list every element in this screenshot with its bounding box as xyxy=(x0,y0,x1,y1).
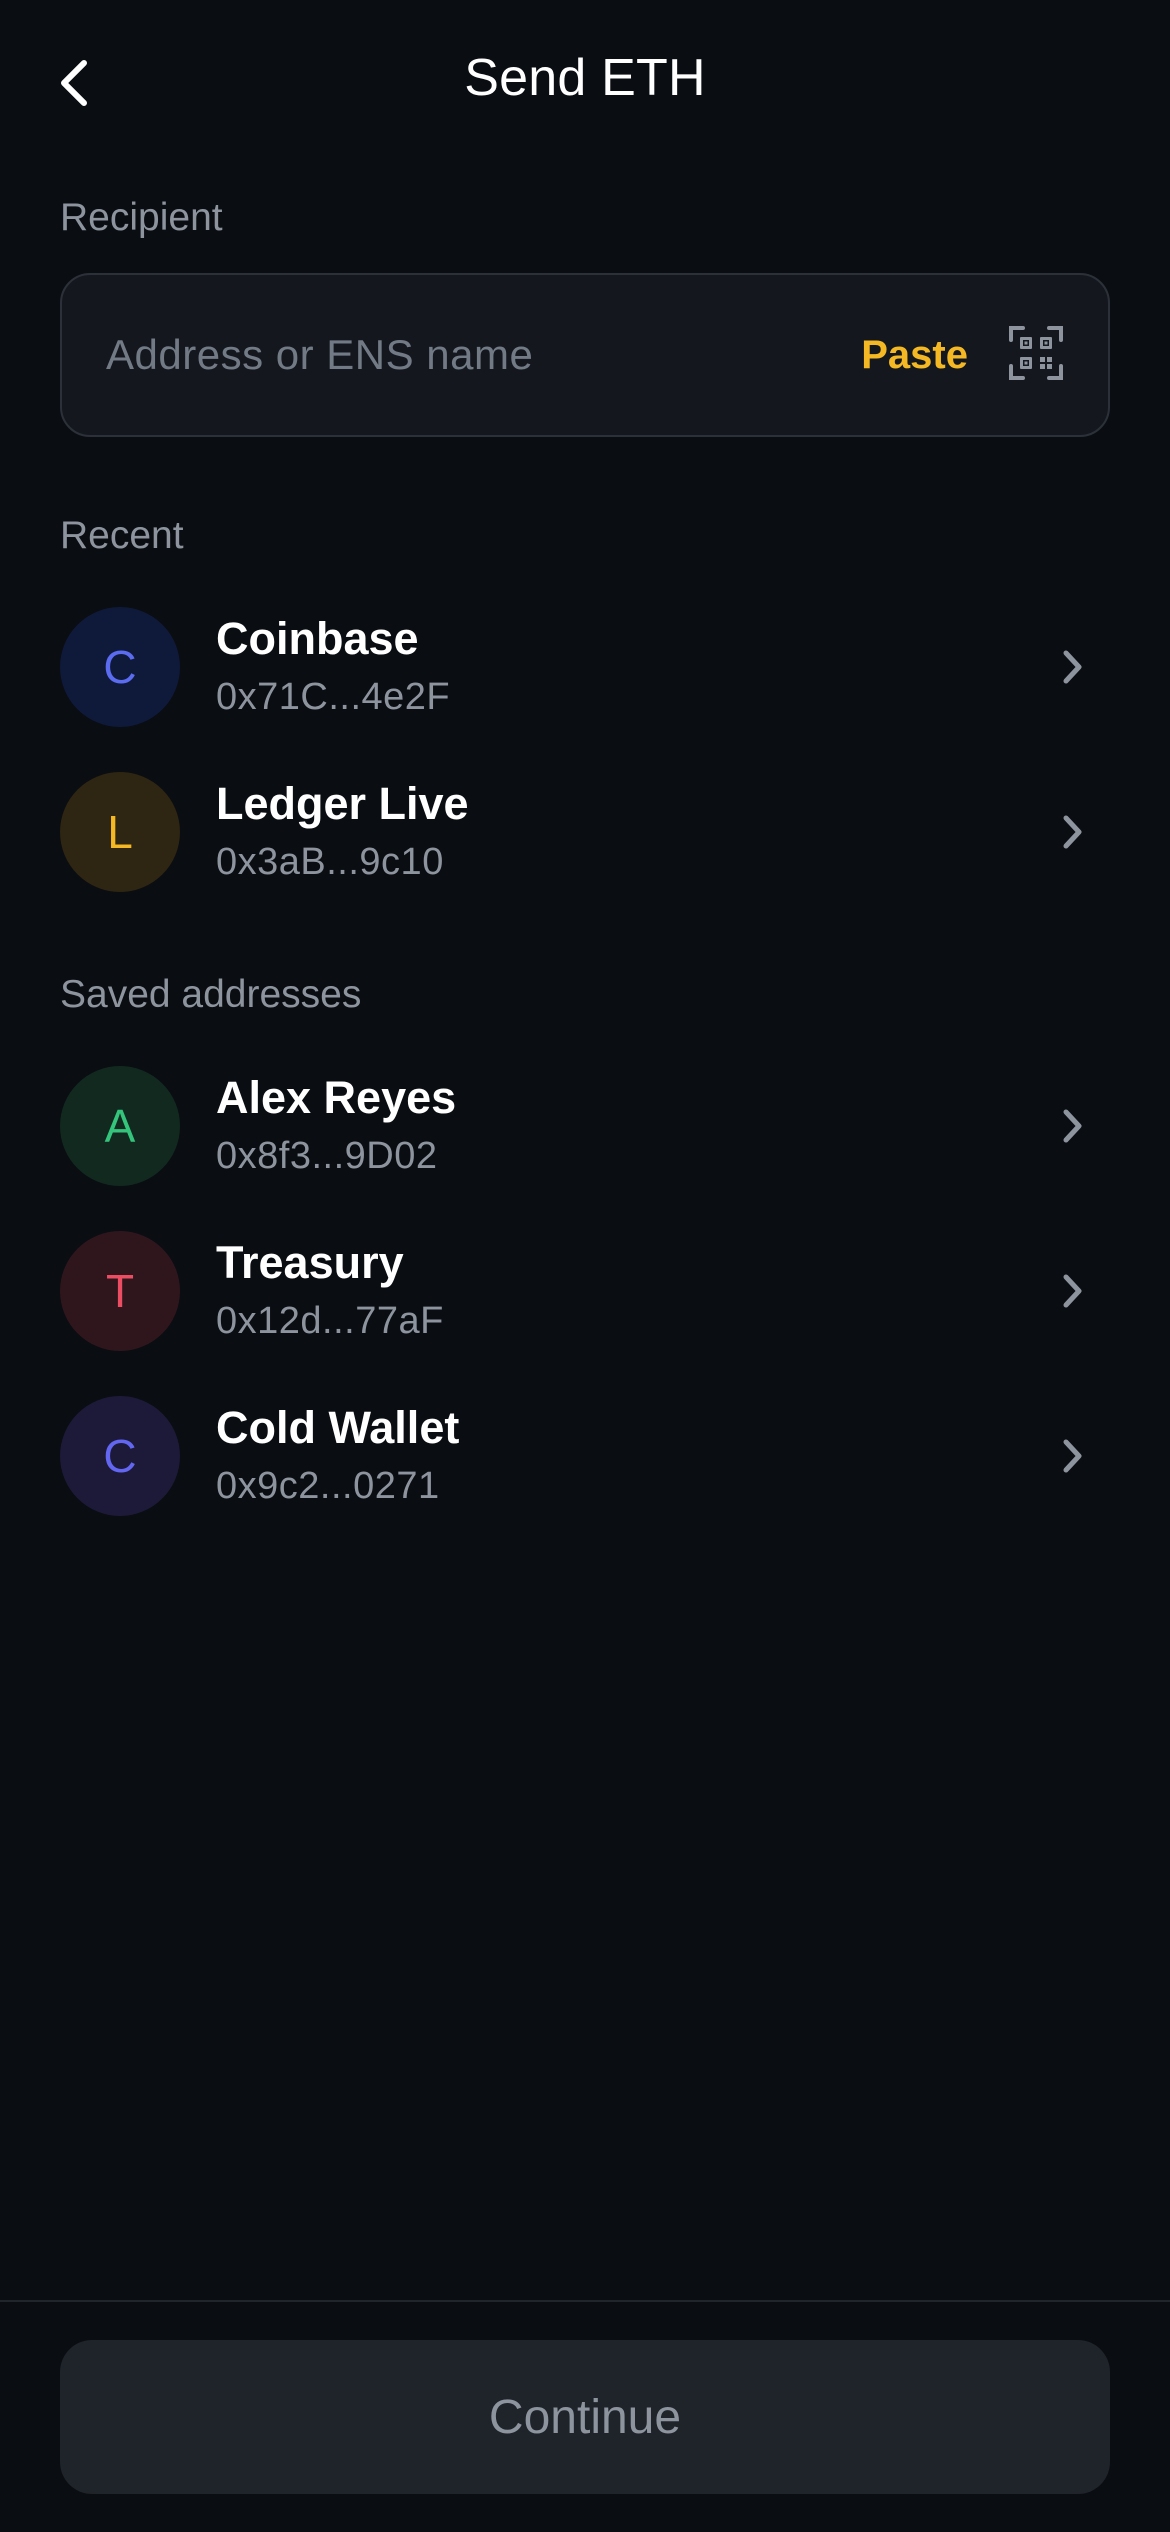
contact-name: Alex Reyes xyxy=(216,1072,457,1123)
avatar: C xyxy=(60,607,180,727)
contact-name: Cold Wallet xyxy=(216,1402,460,1453)
chevron-right-icon xyxy=(1052,1261,1092,1321)
contact-address: 0x9c2...0271 xyxy=(216,1465,440,1507)
recipient-label: Recipient xyxy=(60,196,223,239)
contact-address: 0x3aB...9c10 xyxy=(216,841,444,883)
footer-divider xyxy=(0,2300,1170,2302)
saved-addresses-label: Saved addresses xyxy=(60,973,362,1016)
recent-item-coinbase[interactable]: C Coinbase 0x71C...4e2F xyxy=(60,592,1110,742)
contact-address: 0x71C...4e2F xyxy=(216,676,451,718)
saved-item-treasury[interactable]: T Treasury 0x12d...77aF xyxy=(60,1216,1110,1366)
send-eth-screen: Send ETH Recipient Paste xyxy=(0,0,1170,2532)
qr-code-icon xyxy=(1009,325,1063,385)
avatar: L xyxy=(60,772,180,892)
recipient-field: Paste xyxy=(60,273,1110,437)
list-item-text: Ledger Live 0x3aB...9c10 xyxy=(216,774,1052,890)
page-title: Send ETH xyxy=(464,49,706,107)
recipient-input[interactable] xyxy=(106,331,862,379)
continue-button[interactable]: Continue xyxy=(60,2340,1110,2494)
chevron-right-icon xyxy=(1052,637,1092,697)
chevron-right-icon xyxy=(1052,1426,1092,1486)
recent-section-label: Recent xyxy=(60,514,184,557)
contact-name: Treasury xyxy=(216,1237,404,1288)
contact-address: 0x8f3...9D02 xyxy=(216,1135,438,1177)
saved-item-cold-wallet[interactable]: C Cold Wallet 0x9c2...0271 xyxy=(60,1381,1110,1531)
avatar: T xyxy=(60,1231,180,1351)
contact-address: 0x12d...77aF xyxy=(216,1300,444,1342)
scan-qr-button[interactable] xyxy=(1008,325,1064,385)
avatar: C xyxy=(60,1396,180,1516)
chevron-right-icon xyxy=(1052,1096,1092,1156)
contact-name: Ledger Live xyxy=(216,778,469,829)
recent-item-ledger-live[interactable]: L Ledger Live 0x3aB...9c10 xyxy=(60,757,1110,907)
avatar: A xyxy=(60,1066,180,1186)
list-item-text: Alex Reyes 0x8f3...9D02 xyxy=(216,1068,1052,1184)
list-item-text: Treasury 0x12d...77aF xyxy=(216,1233,1052,1349)
chevron-right-icon xyxy=(1052,802,1092,862)
list-item-text: Cold Wallet 0x9c2...0271 xyxy=(216,1398,1052,1514)
contact-name: Coinbase xyxy=(216,613,419,664)
header: Send ETH xyxy=(0,0,1170,170)
saved-item-alex-reyes[interactable]: A Alex Reyes 0x8f3...9D02 xyxy=(60,1051,1110,1201)
list-item-text: Coinbase 0x71C...4e2F xyxy=(216,609,1052,725)
paste-button[interactable]: Paste xyxy=(861,333,968,378)
